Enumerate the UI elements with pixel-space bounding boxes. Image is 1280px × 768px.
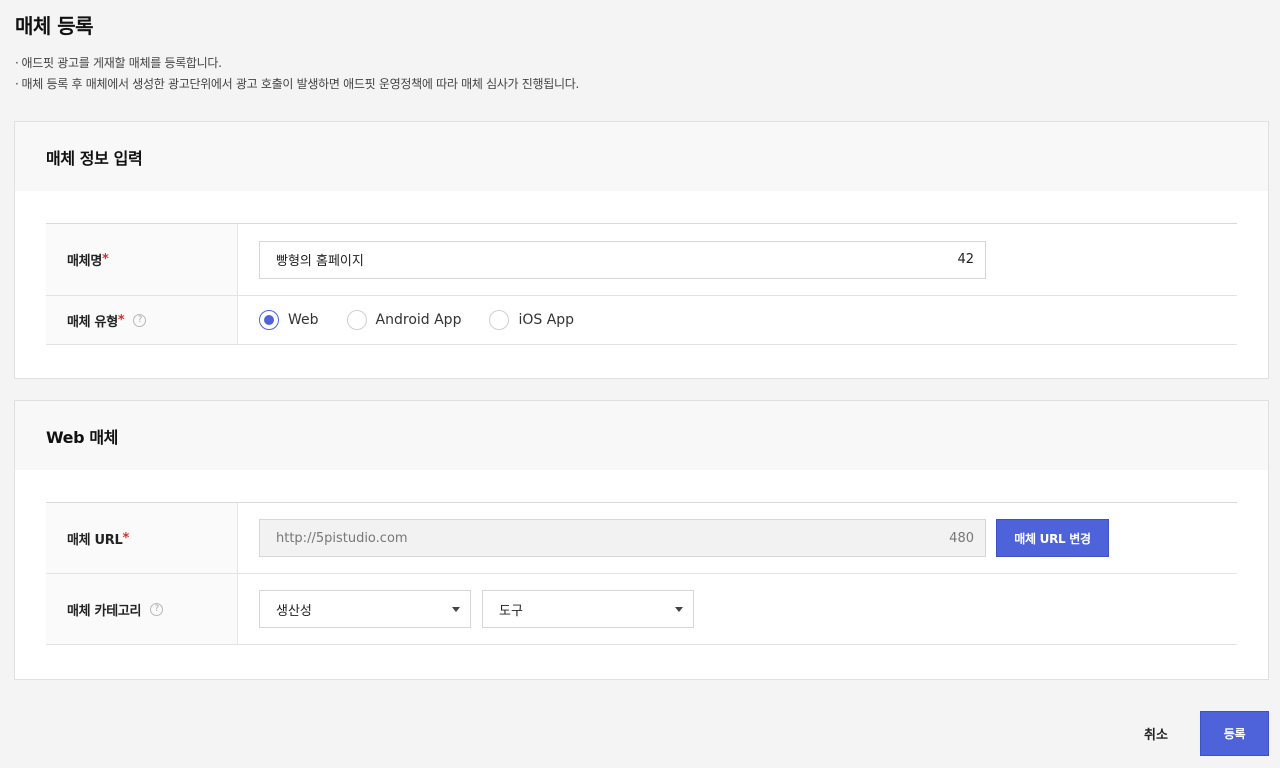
category-secondary-select[interactable]: 도구 xyxy=(482,590,694,628)
media-url-value: http://5pistudio.com xyxy=(276,530,408,546)
media-info-header: 매체 정보 입력 xyxy=(15,122,1268,191)
help-icon[interactable]: ? xyxy=(150,602,164,616)
submit-button[interactable]: 등록 xyxy=(1200,711,1269,756)
category-primary-select[interactable]: 생산성 xyxy=(259,590,471,628)
radio-checked-icon xyxy=(259,310,279,330)
media-type-row: 매체 유형 * ? Web Android App iOS App xyxy=(46,296,1237,345)
note-line: 매체 등록 후 매체에서 생성한 광고단위에서 광고 호출이 발생하면 애드핏 … xyxy=(15,74,580,95)
media-url-counter: 480 xyxy=(949,530,974,546)
cancel-button[interactable]: 취소 xyxy=(1131,711,1181,755)
media-info-form: 매체명 * 빵형의 홈페이지 42 매체 유형 * ? Web Android … xyxy=(46,223,1237,345)
radio-unchecked-icon xyxy=(489,310,510,330)
radio-unchecked-icon xyxy=(346,310,367,330)
media-name-input[interactable]: 빵형의 홈페이지 42 xyxy=(259,240,986,279)
radio-android-app[interactable]: Android App xyxy=(346,310,461,330)
media-url-input: http://5pistudio.com 480 xyxy=(259,519,986,557)
media-name-value: 빵형의 홈페이지 xyxy=(276,254,364,269)
web-media-card: Web 매체 매체 URL * http://5pistudio.com 480 … xyxy=(14,400,1269,680)
media-name-counter: 42 xyxy=(957,252,974,267)
media-name-row: 매체명 * 빵형의 홈페이지 42 xyxy=(46,224,1237,296)
page-title: 매체 등록 xyxy=(15,14,94,38)
required-mark: * xyxy=(101,252,109,267)
note-line: 애드핏 광고를 게재할 매체를 등록합니다. xyxy=(15,53,579,74)
page-notes: 애드핏 광고를 게재할 매체를 등록합니다. 매체 등록 후 매체에서 생성한 … xyxy=(15,53,580,95)
help-icon[interactable]: ? xyxy=(133,313,147,327)
media-name-label: 매체명 * xyxy=(46,224,238,295)
radio-ios-app[interactable]: iOS App xyxy=(489,310,574,330)
web-media-form: 매체 URL * http://5pistudio.com 480 매체 URL … xyxy=(46,502,1237,645)
category-primary-value: 생산성 xyxy=(276,603,312,619)
required-mark: * xyxy=(117,312,125,328)
media-category-label: 매체 카테고리 ? xyxy=(46,574,238,644)
caret-down-icon xyxy=(675,606,683,612)
category-secondary-value: 도구 xyxy=(499,603,523,619)
media-info-card: 매체 정보 입력 매체명 * 빵형의 홈페이지 42 매체 유형 * ? Web… xyxy=(14,121,1269,379)
media-type-label: 매체 유형 * ? xyxy=(46,296,238,344)
radio-web[interactable]: Web xyxy=(259,310,319,330)
web-media-header: Web 매체 xyxy=(15,401,1268,470)
media-category-row: 매체 카테고리 ? 생산성 도구 xyxy=(46,574,1237,645)
caret-down-icon xyxy=(452,606,460,612)
media-url-label: 매체 URL * xyxy=(46,503,238,573)
change-url-button[interactable]: 매체 URL 변경 xyxy=(996,519,1109,557)
required-mark: * xyxy=(122,530,130,546)
media-url-row: 매체 URL * http://5pistudio.com 480 매체 URL … xyxy=(46,503,1237,574)
